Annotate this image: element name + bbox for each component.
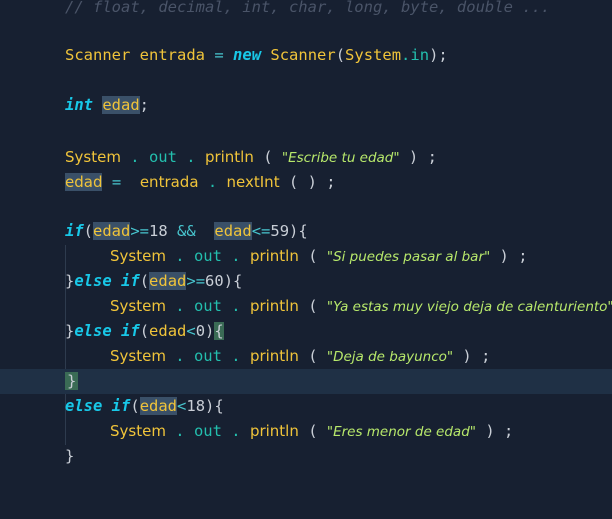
method-println: println bbox=[249, 347, 299, 365]
keyword-else: else bbox=[65, 397, 103, 415]
class-name: Scanner bbox=[270, 46, 336, 64]
number: 59 bbox=[270, 222, 290, 240]
operator: = bbox=[214, 46, 224, 64]
code-line-else-if-3: else if(edad<18){ bbox=[65, 397, 224, 415]
number: 18 bbox=[186, 397, 206, 415]
variable-edad: edad bbox=[214, 222, 252, 240]
code-line-current: } bbox=[0, 369, 612, 394]
code-line-else-if-2: }else if(edad<0){ bbox=[65, 322, 224, 340]
field-in: in bbox=[410, 46, 430, 64]
code-line-close: } bbox=[65, 447, 75, 465]
operator: <= bbox=[251, 222, 271, 240]
code-editor[interactable]: // float, decimal, int, char, long, byte… bbox=[0, 0, 612, 481]
string-literal: "Si puedes pasar al bar" bbox=[326, 249, 491, 265]
code-line-declare: int edad; bbox=[65, 96, 150, 114]
variable-edad: edad bbox=[102, 96, 140, 114]
code-line-scanner: Scanner entrada = new Scanner(System.in)… bbox=[65, 46, 448, 64]
variable-edad: edad bbox=[149, 272, 187, 290]
keyword-if: if bbox=[121, 272, 140, 290]
operator: >= bbox=[130, 222, 150, 240]
code-line-else-if-1: }else if(edad>=60){ bbox=[65, 272, 243, 290]
class-system: System bbox=[65, 148, 121, 166]
class-system: System bbox=[110, 247, 166, 265]
string-literal: "Deja de bayunco" bbox=[326, 349, 454, 365]
code-line-if: if(edad>=18 && edad<=59){ bbox=[65, 222, 308, 240]
matched-brace: } bbox=[65, 372, 79, 390]
code-line-println-3: System . out . println ( "Ya estas muy v… bbox=[110, 297, 612, 315]
string-literal: "Ya estas muy viejo deja de calenturient… bbox=[326, 299, 612, 315]
keyword-new: new bbox=[233, 46, 262, 64]
code-line-comment: // float, decimal, int, char, long, byte… bbox=[0, 0, 612, 20]
number: 60 bbox=[205, 272, 224, 290]
operator: < bbox=[177, 397, 187, 415]
method-println: println bbox=[249, 422, 299, 440]
string-literal: "Escribe tu edad" bbox=[281, 150, 400, 166]
number: 0 bbox=[195, 322, 206, 340]
field-out: out bbox=[193, 247, 222, 265]
variable-edad: edad bbox=[65, 173, 103, 191]
variable-entrada: entrada bbox=[139, 173, 199, 191]
code-line-println-2: System . out . println ( "Si puedes pasa… bbox=[110, 247, 528, 265]
variable-edad: edad bbox=[149, 322, 187, 340]
code-line-read: edad = entrada . nextInt ( ) ; bbox=[65, 173, 336, 191]
field-out: out bbox=[193, 347, 222, 365]
variable-edad: edad bbox=[93, 222, 131, 240]
variable-edad: edad bbox=[139, 397, 178, 415]
code-line-println-1: System . out . println ( "Escribe tu eda… bbox=[65, 148, 437, 166]
comment: // float, decimal, int, char, long, byte… bbox=[65, 0, 551, 16]
keyword-else: else bbox=[74, 322, 112, 340]
field-out: out bbox=[193, 422, 222, 440]
method-println: println bbox=[249, 297, 299, 315]
class-system: System bbox=[110, 347, 166, 365]
keyword-if: if bbox=[121, 322, 140, 340]
number: 18 bbox=[149, 222, 168, 240]
operator: && bbox=[177, 222, 196, 240]
variable-entrada: entrada bbox=[139, 46, 205, 64]
class-system: System bbox=[110, 422, 166, 440]
operator: < bbox=[186, 322, 196, 340]
method-nextint: nextInt bbox=[226, 173, 280, 191]
keyword-if: if bbox=[111, 397, 131, 415]
operator: >= bbox=[186, 272, 206, 290]
code-line-println-4: System . out . println ( "Deja de bayunc… bbox=[110, 347, 491, 365]
keyword-if: if bbox=[65, 222, 84, 240]
operator: = bbox=[111, 173, 122, 191]
field-out: out bbox=[193, 297, 222, 315]
keyword-int: int bbox=[65, 96, 93, 114]
string-literal: "Eres menor de edad" bbox=[326, 424, 476, 440]
method-println: println bbox=[204, 148, 254, 166]
class-system: System bbox=[345, 46, 402, 64]
method-println: println bbox=[249, 247, 299, 265]
keyword-else: else bbox=[74, 272, 112, 290]
class-system: System bbox=[110, 297, 166, 315]
class-name: Scanner bbox=[65, 46, 131, 64]
code-line-println-5: System . out . println ( "Eres menor de … bbox=[110, 422, 514, 440]
field-out: out bbox=[148, 148, 177, 166]
